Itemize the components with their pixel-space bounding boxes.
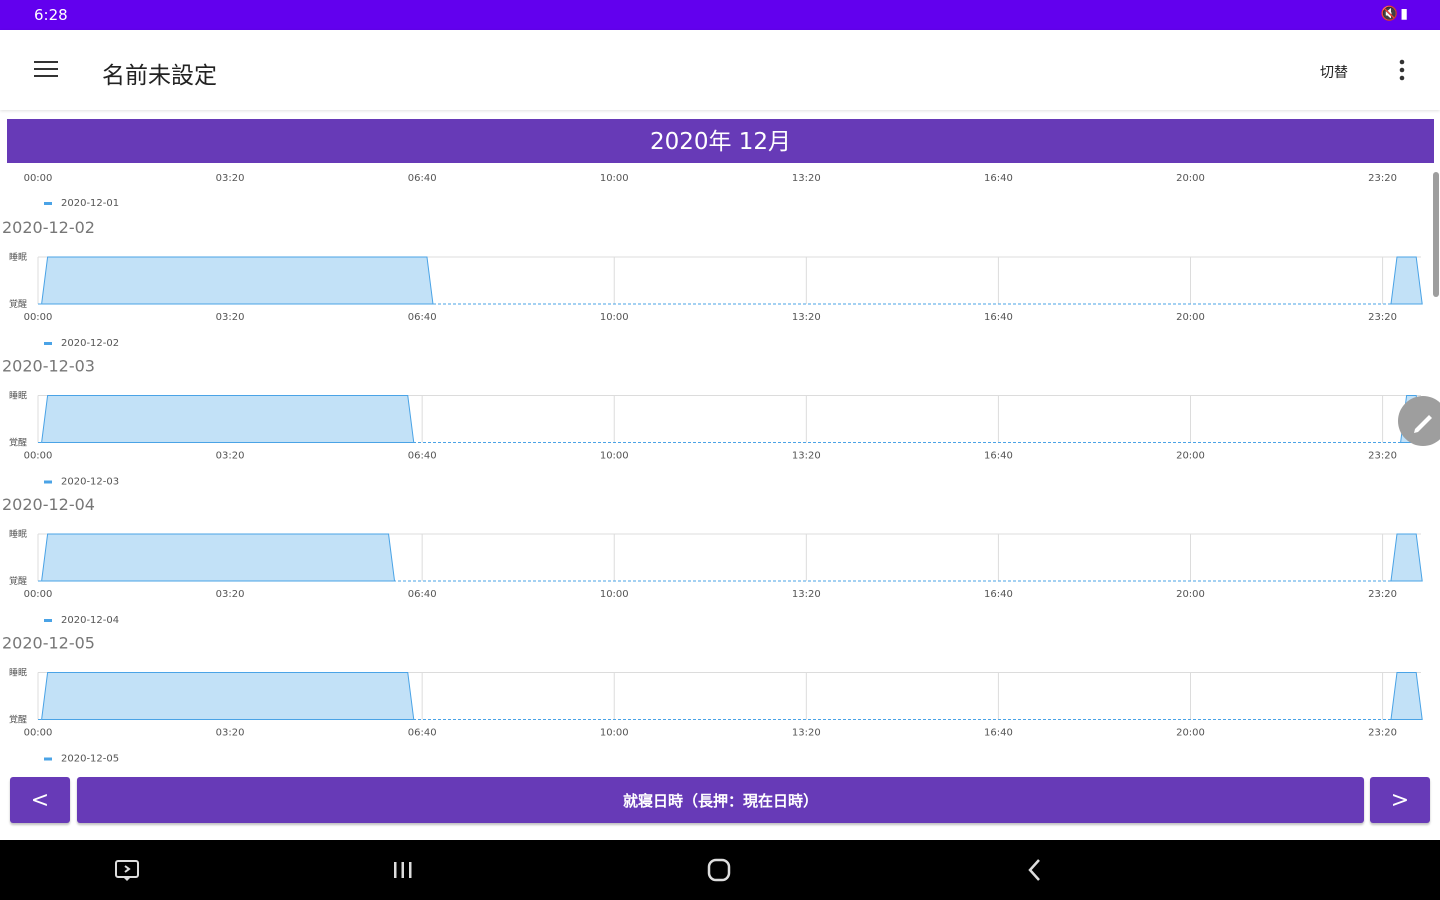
x-tick-label: 20:00: [1176, 728, 1205, 739]
app-bar: 名前未設定 切替: [0, 30, 1440, 110]
x-tick-label: 13:20: [792, 728, 821, 739]
x-tick-label: 00:00: [24, 728, 53, 739]
prev-day-button[interactable]: <: [10, 777, 70, 823]
month-header: 2020年 12月: [7, 119, 1434, 163]
x-tick-label: 10:00: [600, 728, 629, 739]
x-tick-label: 00:00: [24, 312, 53, 323]
home-icon[interactable]: [703, 854, 735, 886]
chart-title: 2020-12-04: [2, 495, 95, 514]
x-tick-label: 20:00: [1176, 589, 1205, 600]
x-tick-label: 20:00: [1176, 451, 1205, 462]
x-tick-label: 16:40: [984, 451, 1013, 462]
x-tick-label: 06:40: [408, 728, 437, 739]
y-label-awake: 覚醒: [9, 714, 27, 726]
back-icon[interactable]: [1019, 854, 1051, 886]
next-day-button[interactable]: >: [1370, 777, 1430, 823]
charts-canvas: 00:00 03:20 06:40 10:00 13:20 16:40 20:00 23:20…: [2, 173, 1423, 765]
legend-swatch: [44, 757, 52, 761]
y-label-sleep: 睡眠: [9, 251, 27, 263]
legend-swatch: [44, 619, 52, 622]
chart-title: 2020-12-03: [2, 357, 95, 376]
sleep-area: [41, 672, 415, 720]
x-tick-label: 03:20: [216, 312, 245, 323]
more-options-icon[interactable]: [1392, 56, 1412, 84]
y-label-awake: 覚醒: [9, 437, 27, 449]
x-tick-label: 13:20: [792, 451, 821, 462]
chart-title: 2020-12-02: [2, 218, 95, 237]
sleep-area: [1390, 256, 1423, 305]
x-tick-label: 23:20: [1368, 728, 1397, 739]
x-tick-label: 16:40: [984, 589, 1013, 600]
x-tick-label: 16:40: [984, 312, 1013, 323]
x-tick-label: 23:20: [1368, 173, 1397, 184]
system-nav-bar: [0, 840, 1440, 900]
status-bar: 6:28 🔇▮: [0, 0, 1440, 30]
x-tick-label: 03:20: [216, 451, 245, 462]
sleep-time-button[interactable]: 就寝日時（長押：現在日時）: [77, 777, 1364, 823]
x-tick-label: 00:00: [24, 589, 53, 600]
x-tick-label: 06:40: [408, 173, 437, 184]
y-label-sleep: 睡眠: [9, 390, 27, 402]
x-tick-label: 13:20: [792, 173, 821, 184]
x-tick-label: 10:00: [600, 451, 629, 462]
edit-button[interactable]: [1398, 396, 1440, 446]
recent-apps-icon[interactable]: [387, 854, 419, 886]
legend-label: 2020-12-03: [61, 477, 119, 488]
x-tick-label: 00:00: [24, 173, 53, 184]
legend-label: 2020-12-05: [61, 754, 119, 765]
sleep-area: [1390, 533, 1423, 582]
pencil-icon: [1414, 415, 1432, 433]
legend-swatch: [44, 480, 52, 484]
legend-label: 2020-12-04: [61, 615, 119, 626]
y-label-awake: 覚醒: [9, 575, 27, 587]
x-tick-label: 16:40: [984, 173, 1013, 184]
x-tick-label: 10:00: [600, 173, 629, 184]
x-tick-label: 00:00: [24, 451, 53, 462]
x-tick-label: 03:20: [216, 728, 245, 739]
battery-icon: ▮: [1400, 6, 1410, 22]
x-tick-label: 13:20: [792, 589, 821, 600]
legend-label: 2020-12-01: [61, 198, 119, 209]
y-label-awake: 覚醒: [9, 298, 27, 310]
x-tick-label: 10:00: [600, 589, 629, 600]
y-label-sleep: 睡眠: [9, 528, 27, 540]
x-tick-label: 03:20: [216, 173, 245, 184]
x-tick-label: 23:20: [1368, 312, 1397, 323]
chart-title: 2020-12-05: [2, 634, 95, 653]
x-tick-label: 20:00: [1176, 173, 1205, 184]
menu-icon[interactable]: [34, 60, 58, 78]
x-tick-label: 20:00: [1176, 312, 1205, 323]
x-tick-label: 06:40: [408, 451, 437, 462]
sleep-area: [41, 256, 434, 305]
x-tick-label: 06:40: [408, 312, 437, 323]
mute-icon: 🔇: [1380, 6, 1401, 22]
app-title: 名前未設定: [102, 63, 217, 89]
switch-button[interactable]: 切替: [1320, 62, 1348, 82]
sleep-area: [41, 533, 396, 582]
status-time: 6:28: [34, 6, 68, 24]
x-tick-label: 10:00: [600, 312, 629, 323]
status-icons: 🔇▮: [1381, 6, 1410, 22]
legend-label: 2020-12-02: [61, 338, 119, 349]
x-tick-label: 03:20: [216, 589, 245, 600]
screenshot-icon[interactable]: [111, 854, 143, 886]
scrollbar[interactable]: [1433, 172, 1439, 297]
y-label-sleep: 睡眠: [9, 667, 27, 679]
x-tick-label: 13:20: [792, 312, 821, 323]
sleep-area: [1390, 672, 1423, 720]
sleep-chart-list: 00:00 03:20 06:40 10:00 13:20 16:40 20:00 23:20…: [0, 163, 1440, 773]
x-tick-label: 23:20: [1368, 589, 1397, 600]
x-tick-label: 23:20: [1368, 451, 1397, 462]
x-tick-label: 06:40: [408, 589, 437, 600]
legend-swatch: [44, 202, 52, 205]
sleep-area: [41, 395, 415, 443]
legend-swatch: [44, 342, 52, 345]
x-tick-label: 16:40: [984, 728, 1013, 739]
